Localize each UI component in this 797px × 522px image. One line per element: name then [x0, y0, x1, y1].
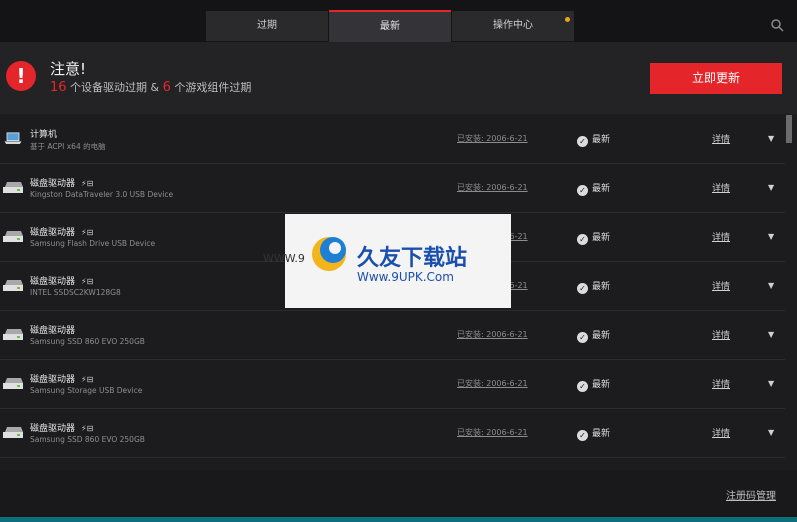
device-model: Samsung SSD 860 EVO 250GB — [30, 337, 145, 346]
usb-icon: ⚡⊟ — [81, 179, 94, 188]
details-link[interactable]: 详情 — [712, 230, 730, 243]
top-tab-bar: 过期 最新 操作中心 — [0, 0, 797, 43]
install-date-link[interactable]: 已安装: 2006-6-21 — [457, 329, 528, 340]
device-model: Samsung SSD 860 EVO 250GB — [30, 435, 145, 444]
warning-icon: ! — [6, 61, 36, 91]
device-row[interactable]: 磁盘驱动器 ⚡⊟ Samsung SSD 860 EVO 250GB 已安装: 200… — [0, 409, 785, 458]
check-icon: ✓ — [577, 430, 588, 441]
outdated-game-count: 6 — [162, 80, 171, 95]
tab-action-center[interactable]: 操作中心 — [452, 11, 574, 41]
install-date-link[interactable]: 已安装: 2006-6-21 — [457, 427, 528, 438]
status-label: 最新 — [592, 380, 611, 390]
disk-drive-icon — [3, 280, 23, 291]
expand-chevron-icon[interactable]: ▼ — [768, 134, 774, 143]
status-label: 最新 — [592, 233, 611, 243]
notification-dot — [565, 17, 570, 22]
outdated-game-text: 个游戏组件过期 — [170, 81, 252, 94]
app-window: 过期 最新 操作中心 ! 注意! 16 个设备驱动过期 & 6 个游戏组件过期 … — [0, 0, 797, 517]
usb-icon: ⚡⊟ — [81, 228, 94, 237]
disk-drive-icon — [3, 231, 23, 242]
check-icon: ✓ — [577, 185, 588, 196]
usb-icon: ⚡⊟ — [81, 277, 94, 286]
expand-chevron-icon[interactable]: ▼ — [768, 281, 774, 290]
install-date-link[interactable]: 已安装: 2006-6-21 — [457, 182, 528, 193]
outdated-driver-count: 16 — [50, 80, 67, 95]
status-latest: ✓ 最新 — [577, 328, 610, 343]
status-latest: ✓ 最新 — [577, 279, 610, 294]
install-date-link[interactable]: 已安装: 2006-6-21 — [457, 133, 528, 144]
status-latest: ✓ 最新 — [577, 181, 610, 196]
disk-drive-icon — [3, 182, 23, 193]
check-icon: ✓ — [577, 381, 588, 392]
registration-code-link[interactable]: 注册码管理 — [726, 487, 776, 502]
status-label: 最新 — [592, 429, 611, 439]
details-link[interactable]: 详情 — [712, 279, 730, 292]
status-label: 最新 — [592, 331, 611, 341]
details-link[interactable]: 详情 — [712, 426, 730, 439]
usb-icon: ⚡⊟ — [81, 424, 94, 433]
check-icon: ✓ — [577, 136, 588, 147]
alert-summary: 16 个设备驱动过期 & 6 个游戏组件过期 — [50, 79, 251, 95]
device-row[interactable]: 磁盘驱动器 Samsung SSD 860 EVO 250GB 已安装: 2006-… — [0, 311, 785, 360]
check-icon: ✓ — [577, 283, 588, 294]
device-category: 磁盘驱动器 ⚡⊟ — [30, 375, 94, 385]
details-link[interactable]: 详情 — [712, 132, 730, 145]
device-category: 计算机 — [30, 130, 58, 140]
device-row[interactable]: 计算机基于 ACPI x64 的电脑 已安装: 2006-6-21 ✓ 最新 详情 ▼ — [0, 115, 785, 164]
outdated-driver-text: 个设备驱动过期 & — [66, 81, 163, 94]
watermark-title: 久友下载站 — [357, 246, 468, 271]
disk-drive-icon — [3, 427, 23, 438]
tab-latest[interactable]: 最新 — [329, 10, 451, 43]
details-link[interactable]: 详情 — [712, 377, 730, 390]
check-icon: ✓ — [577, 332, 588, 343]
check-icon: ✓ — [577, 234, 588, 245]
device-category: 磁盘驱动器 ⚡⊟ — [30, 277, 94, 287]
expand-chevron-icon[interactable]: ▼ — [768, 330, 774, 339]
install-date-link[interactable]: 已安装: 2006-6-21 — [457, 378, 528, 389]
details-link[interactable]: 详情 — [712, 328, 730, 341]
device-category: 磁盘驱动器 ⚡⊟ — [30, 424, 94, 434]
device-category: 磁盘驱动器 ⚡⊟ — [30, 179, 94, 189]
scroll-thumb[interactable] — [786, 115, 792, 143]
device-category: 磁盘驱动器 — [30, 326, 76, 336]
watermark-logo-icon — [312, 237, 346, 271]
device-row[interactable]: 磁盘驱动器 ⚡⊟ Kingston DataTraveler 3.0 USB Dev… — [0, 164, 785, 213]
watermark-overlay: WWW.9 久友下载站 Www.9UPK.Com — [263, 214, 511, 308]
tab-action-center-label: 操作中心 — [493, 20, 533, 31]
device-model: INTEL SSDSC2KW128G8 — [30, 288, 121, 297]
device-model: Kingston DataTraveler 3.0 USB Device — [30, 190, 174, 199]
device-category: 磁盘驱动器 ⚡⊟ — [30, 228, 94, 238]
alert-title: 注意! — [50, 60, 87, 78]
expand-chevron-icon[interactable]: ▼ — [768, 183, 774, 192]
footer — [0, 470, 797, 517]
status-latest: ✓ 最新 — [577, 132, 610, 147]
disk-drive-icon — [3, 378, 23, 389]
status-latest: ✓ 最新 — [577, 377, 610, 392]
status-label: 最新 — [592, 282, 611, 292]
search-icon[interactable] — [770, 18, 784, 32]
expand-chevron-icon[interactable]: ▼ — [768, 428, 774, 437]
status-label: 最新 — [592, 135, 611, 145]
details-link[interactable]: 详情 — [712, 181, 730, 194]
expand-chevron-icon[interactable]: ▼ — [768, 379, 774, 388]
watermark-url: Www.9UPK.Com — [357, 270, 454, 284]
expand-chevron-icon[interactable]: ▼ — [768, 232, 774, 241]
device-row[interactable]: 磁盘驱动器 ⚡⊟ Samsung Storage USB Device 已安装: 20… — [0, 360, 785, 409]
status-latest: ✓ 最新 — [577, 426, 610, 441]
laptop-icon — [4, 132, 22, 144]
disk-drive-icon — [3, 329, 23, 340]
watermark-url-fragment: WWW.9 — [263, 252, 305, 265]
status-label: 最新 — [592, 184, 611, 194]
usb-icon: ⚡⊟ — [81, 375, 94, 384]
device-model: Samsung Flash Drive USB Device — [30, 239, 156, 248]
status-latest: ✓ 最新 — [577, 230, 610, 245]
device-model: 基于 ACPI x64 的电脑 — [30, 142, 106, 151]
device-model: Samsung Storage USB Device — [30, 386, 143, 395]
scrollbar[interactable] — [786, 115, 792, 470]
tab-expired[interactable]: 过期 — [206, 11, 328, 41]
update-now-button[interactable]: 立即更新 — [650, 63, 782, 94]
